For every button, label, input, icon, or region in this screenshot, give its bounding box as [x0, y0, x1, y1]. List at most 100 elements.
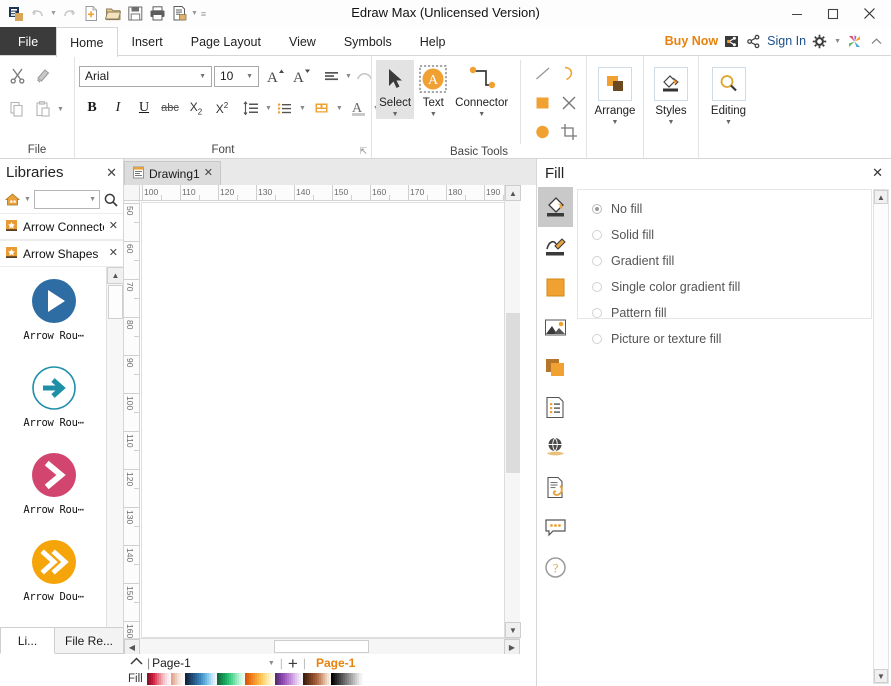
font-color-button[interactable]: A: [346, 96, 372, 120]
styles-caret-icon[interactable]: ▼: [668, 118, 675, 127]
redo-icon[interactable]: [58, 3, 80, 25]
text-tool-caret-icon[interactable]: ▼: [430, 110, 437, 119]
copy-button[interactable]: [4, 97, 30, 121]
paste-dropdown-caret-icon[interactable]: ▼: [57, 106, 64, 113]
highlight-button[interactable]: [309, 96, 335, 120]
new-icon[interactable]: [80, 3, 102, 25]
superscript-button[interactable]: X2: [209, 96, 235, 120]
document-tab-drawing1[interactable]: Drawing1 ✕: [124, 161, 221, 185]
close-button[interactable]: [851, 2, 887, 26]
canvas-vertical-scrollbar[interactable]: ▲ ▼: [504, 185, 520, 638]
add-page-button[interactable]: +: [288, 655, 298, 672]
library-search-caret-icon[interactable]: ▼: [89, 196, 96, 203]
picture-icon[interactable]: [538, 307, 573, 347]
fill-option-solid-fill[interactable]: Solid fill: [592, 222, 871, 248]
fill-panel-scroll-down-button[interactable]: ▼: [874, 669, 888, 683]
undo-icon[interactable]: [27, 3, 49, 25]
collapse-ribbon-icon[interactable]: [868, 33, 885, 50]
radio-icon[interactable]: [592, 308, 602, 318]
print-icon[interactable]: [146, 3, 168, 25]
crop-tool[interactable]: [556, 120, 582, 144]
line-tool[interactable]: [530, 62, 556, 86]
ellipse-tool[interactable]: [530, 120, 556, 144]
line-spacing-button[interactable]: [238, 96, 264, 120]
tab-home[interactable]: Home: [56, 27, 117, 57]
format-painter-button[interactable]: [30, 63, 56, 87]
properties-list-icon[interactable]: [538, 387, 573, 427]
canvas-horizontal-scrollbar[interactable]: ◀ ▶: [124, 638, 520, 654]
font-size-caret-icon[interactable]: ▼: [243, 73, 256, 80]
radio-icon[interactable]: [592, 334, 602, 344]
print-preview-icon[interactable]: [168, 3, 190, 25]
buy-now-link[interactable]: Buy Now: [665, 34, 718, 48]
print-preview-dropdown-caret-icon[interactable]: ▼: [190, 3, 199, 25]
apps-icon[interactable]: [846, 33, 863, 50]
home-icon[interactable]: [4, 192, 20, 208]
rectangle-tool[interactable]: [530, 91, 556, 115]
bold-button[interactable]: B: [79, 96, 105, 120]
font-family-caret-icon[interactable]: ▼: [196, 73, 209, 80]
vertical-ruler[interactable]: 5060708090100110120130140150160: [124, 201, 140, 638]
export-icon[interactable]: [723, 33, 740, 50]
italic-button[interactable]: I: [105, 96, 131, 120]
gear-icon[interactable]: [811, 33, 828, 50]
comment-icon[interactable]: [538, 507, 573, 547]
tab-symbols[interactable]: Symbols: [330, 27, 406, 55]
library-search-input[interactable]: ▼: [34, 190, 100, 209]
tab-file[interactable]: File: [0, 27, 56, 55]
canvas-scroll-down-button[interactable]: ▼: [505, 622, 521, 638]
bullet-list-caret-icon[interactable]: ▼: [299, 105, 306, 112]
shape-square-icon[interactable]: [538, 267, 573, 307]
font-family-combo[interactable]: Arial ▼: [79, 66, 212, 87]
document-tab-close-icon[interactable]: ✕: [204, 168, 213, 179]
list-item[interactable]: Arrow Rou⋯: [0, 441, 107, 528]
fill-option-no-fill[interactable]: No fill: [592, 196, 871, 222]
select-tool[interactable]: Select ▼: [376, 60, 414, 119]
highlight-caret-icon[interactable]: ▼: [336, 105, 343, 112]
open-icon[interactable]: [102, 3, 124, 25]
library-category-close-icon[interactable]: ✕: [109, 221, 118, 232]
cross-icon[interactable]: [556, 91, 582, 115]
connector-tool-caret-icon[interactable]: ▼: [478, 110, 485, 119]
subscript-button[interactable]: X2: [183, 96, 209, 120]
shrink-font-button[interactable]: A: [288, 64, 314, 88]
page-select-caret-icon[interactable]: ▼: [268, 660, 275, 667]
fill-panel-scrollbar[interactable]: ▲ ▼: [873, 189, 889, 684]
list-item[interactable]: Arrow Rou⋯: [0, 354, 107, 441]
maximize-button[interactable]: [815, 2, 851, 26]
line-spacing-caret-icon[interactable]: ▼: [265, 105, 272, 112]
fill-color-swatches[interactable]: [147, 673, 363, 685]
paste-button[interactable]: [30, 97, 56, 121]
customize-qat-icon[interactable]: ≡: [199, 3, 208, 25]
arrange-caret-icon[interactable]: ▼: [612, 118, 619, 127]
grow-font-button[interactable]: A: [262, 64, 288, 88]
canvas-horizontal-scroll-thumb[interactable]: [274, 640, 369, 653]
fill-color-swatch[interactable]: [361, 673, 363, 685]
editing-caret-icon[interactable]: ▼: [725, 118, 732, 127]
radio-icon[interactable]: [592, 230, 602, 240]
help-icon[interactable]: ?: [538, 547, 573, 587]
page-tab-page-1[interactable]: Page-1: [316, 656, 355, 670]
undo-dropdown-caret-icon[interactable]: ▼: [49, 3, 58, 25]
library-category-arrow-connectors[interactable]: Arrow Connectors ✕: [0, 213, 123, 240]
libraries-close-icon[interactable]: ✕: [106, 166, 117, 179]
tab-page-layout[interactable]: Page Layout: [177, 27, 275, 55]
underline-button[interactable]: U: [131, 96, 157, 120]
list-item[interactable]: Arrow Dou⋯: [0, 528, 107, 615]
tab-insert[interactable]: Insert: [118, 27, 177, 55]
canvas-scroll-right-button[interactable]: ▶: [504, 639, 520, 655]
page-select-value[interactable]: Page-1: [152, 656, 191, 670]
chevron-up-icon[interactable]: [128, 655, 145, 671]
editing-button[interactable]: Editing ▼: [703, 65, 754, 127]
tab-view[interactable]: View: [275, 27, 330, 55]
canvas-scroll-up-button[interactable]: ▲: [505, 185, 521, 201]
fill-option-single-color-gradient-fill[interactable]: Single color gradient fill: [592, 274, 871, 300]
align-text-button[interactable]: [318, 64, 344, 88]
fill-bucket-icon[interactable]: [538, 187, 573, 227]
save-icon[interactable]: [124, 3, 146, 25]
gear-dropdown-caret-icon[interactable]: ▼: [834, 38, 841, 45]
fill-option-pattern-fill[interactable]: Pattern fill: [592, 300, 871, 326]
minimize-button[interactable]: [779, 2, 815, 26]
fill-panel-close-icon[interactable]: ✕: [872, 165, 883, 181]
font-dialog-launcher[interactable]: ⇱: [359, 146, 367, 157]
